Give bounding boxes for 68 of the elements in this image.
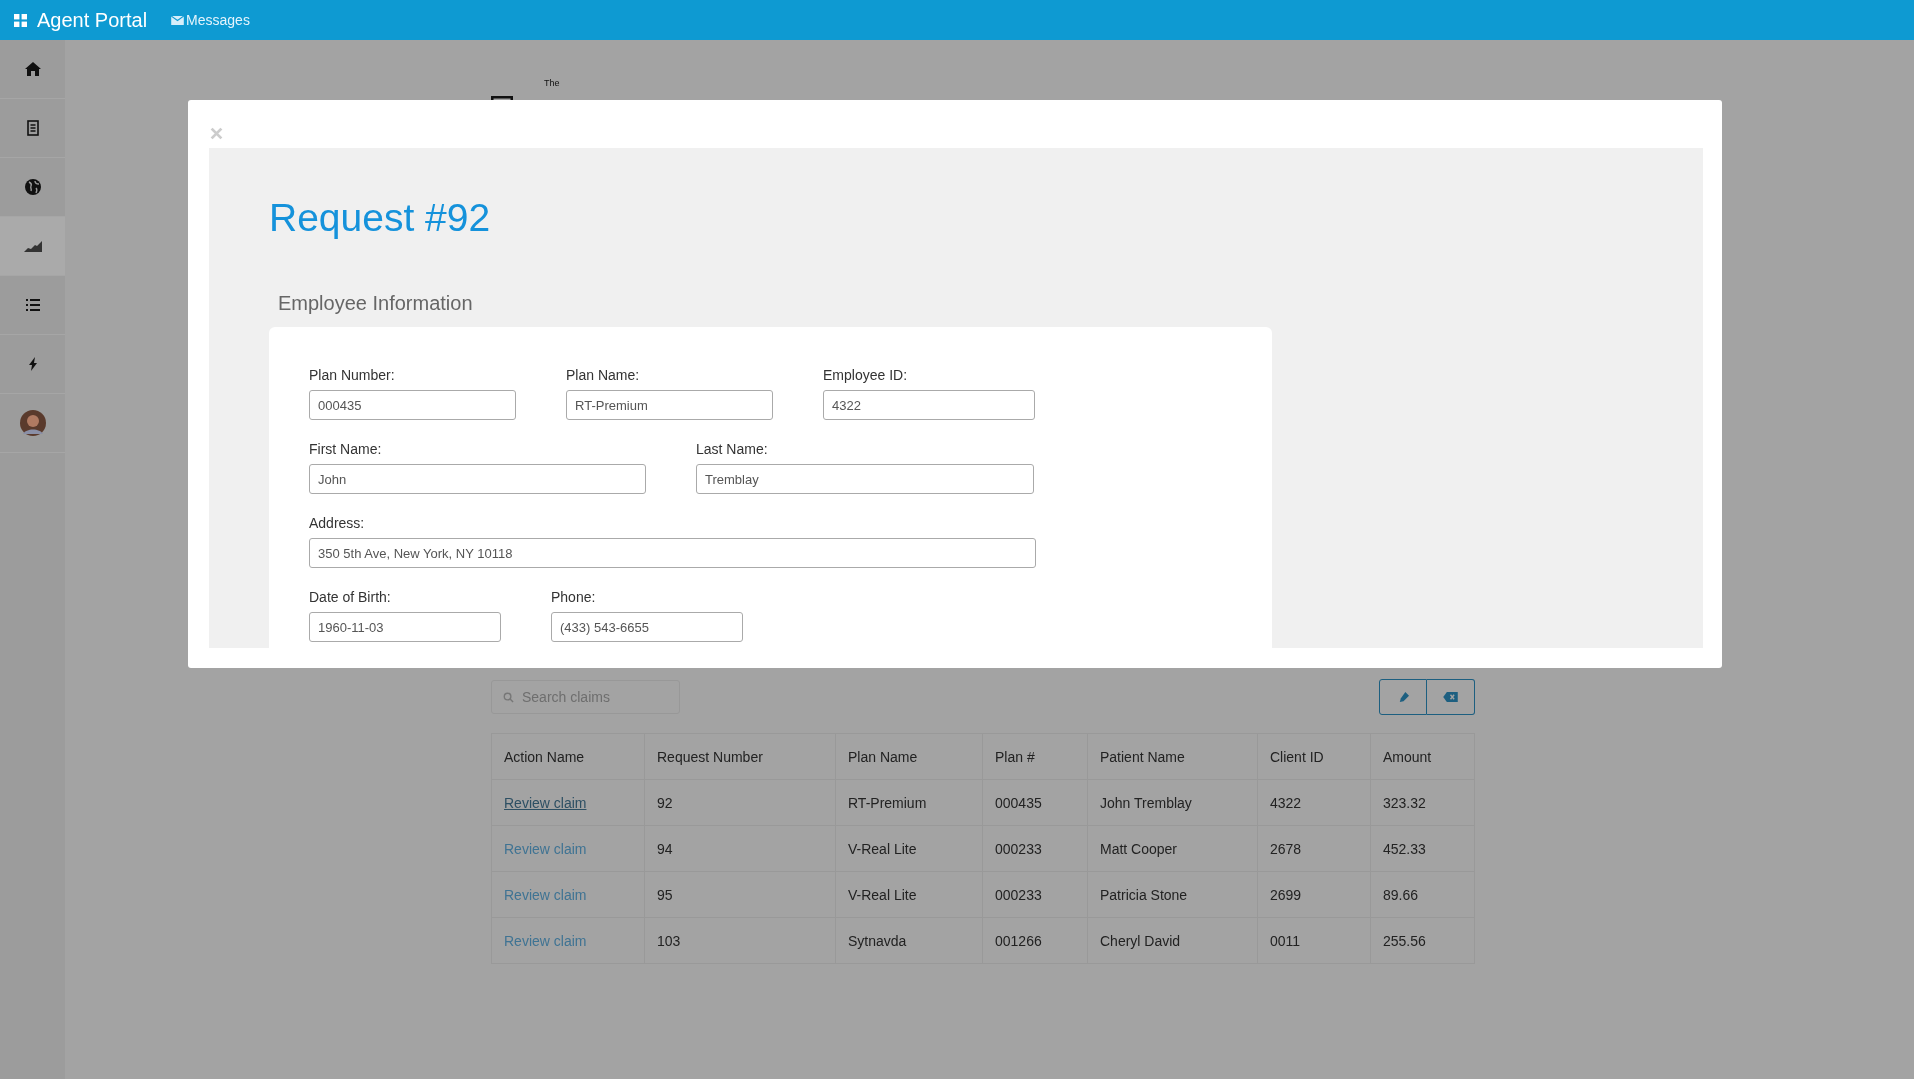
search-icon — [503, 692, 514, 703]
table-cell: 92 — [644, 779, 836, 826]
column-header: Patient Name — [1087, 733, 1258, 780]
area-chart-icon — [23, 240, 42, 252]
apps-grid-icon[interactable] — [14, 13, 27, 27]
table-cell: 103 — [644, 917, 836, 964]
field-label: Last Name: — [696, 441, 769, 457]
input-field[interactable]: 000435 — [309, 390, 516, 420]
document-icon — [26, 120, 39, 136]
table-cell: John Tremblay — [1087, 779, 1258, 826]
input-field[interactable]: (433) 543-6655 — [551, 612, 743, 642]
table-cell: 001266 — [982, 917, 1088, 964]
field-label: Address: — [309, 515, 366, 531]
table-cell: 2699 — [1257, 871, 1371, 918]
column-header: Client ID — [1257, 733, 1371, 780]
sidebar-item[interactable] — [0, 217, 65, 276]
table-cell: 95 — [644, 871, 836, 918]
table-cell: 323.32 — [1370, 779, 1475, 826]
column-header: Action Name — [491, 733, 645, 780]
table-cell: 4322 — [1257, 779, 1371, 826]
backspace-icon — [1443, 692, 1458, 702]
section-heading: Employee Information — [278, 292, 474, 315]
table-cell: Cheryl David — [1087, 917, 1258, 964]
field-label: First Name: — [309, 441, 383, 457]
app-name: Agent Portal — [37, 8, 148, 32]
table-cell: 255.56 — [1370, 917, 1475, 964]
table-cell: 000233 — [982, 871, 1088, 918]
field-label: Plan Name: — [566, 367, 641, 383]
home-icon — [24, 62, 41, 76]
table-cell: 89.66 — [1370, 871, 1475, 918]
table-cell: 94 — [644, 825, 836, 872]
field-label: Phone: — [551, 589, 597, 605]
table-cell: 2678 — [1257, 825, 1371, 872]
clear-button[interactable] — [1427, 679, 1475, 715]
edit-button[interactable] — [1379, 679, 1427, 715]
table-cell: 452.33 — [1370, 825, 1475, 872]
input-field[interactable]: 1960-11-03 — [309, 612, 501, 642]
table-cell: V-Real Lite — [835, 871, 983, 918]
list-icon — [25, 299, 40, 311]
envelope-icon — [171, 15, 185, 25]
logo-small-text: The — [544, 78, 560, 88]
table-cell: V-Real Lite — [835, 825, 983, 872]
review-claim-link[interactable]: Review claim — [504, 794, 587, 811]
globe-icon — [24, 179, 41, 195]
field-label: Plan Number: — [309, 367, 396, 383]
table-cell: Sytnavda — [835, 917, 983, 964]
input-field[interactable]: RT-Premium — [566, 390, 773, 420]
table-cell: RT-Premium — [835, 779, 983, 826]
field-label: Employee ID: — [823, 367, 909, 383]
field-label: Date of Birth: — [309, 589, 392, 605]
input-field[interactable]: Tremblay — [696, 464, 1034, 494]
table-cell: Patricia Stone — [1087, 871, 1258, 918]
table-cell: 000233 — [982, 825, 1088, 872]
column-header: Request Number — [644, 733, 836, 780]
input-field[interactable]: 4322 — [823, 390, 1035, 420]
table-cell: Matt Cooper — [1087, 825, 1258, 872]
column-header: Plan Name — [835, 733, 983, 780]
column-header: Plan # — [982, 733, 1088, 780]
column-header: Amount — [1370, 733, 1475, 780]
request-title: Request #92 — [269, 195, 492, 240]
pencil-icon — [1397, 691, 1409, 703]
input-field[interactable]: 350 5th Ave, New York, NY 10118 — [309, 538, 1036, 568]
avatar-icon — [19, 410, 46, 436]
close-icon[interactable] — [210, 127, 223, 140]
table-cell: 000435 — [982, 779, 1088, 826]
bolt-icon — [28, 357, 37, 371]
table-cell: 0011 — [1257, 917, 1371, 964]
input-field[interactable]: John — [309, 464, 646, 494]
